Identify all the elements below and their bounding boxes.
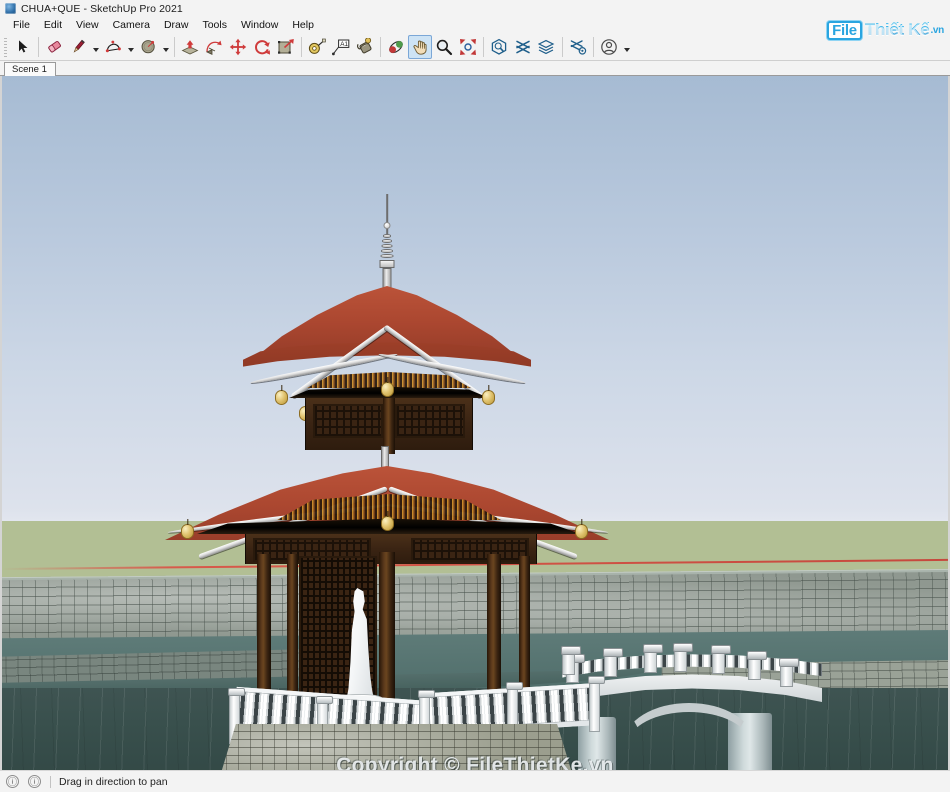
scale-tool[interactable] <box>274 35 298 59</box>
logo-thietke-text: Thiết Kế <box>864 20 930 39</box>
orbit-tool[interactable] <box>384 35 408 59</box>
bridge-newel-post <box>778 658 799 687</box>
menu-file[interactable]: File <box>6 17 37 33</box>
toolbar-separator <box>380 36 381 57</box>
menu-window[interactable]: Window <box>234 17 285 33</box>
move-tool[interactable] <box>226 35 250 59</box>
shapes-tool[interactable] <box>136 35 160 59</box>
zoom-extents-tool[interactable] <box>456 35 480 59</box>
toolbar-separator <box>593 36 594 57</box>
shapes-tool-dropdown[interactable] <box>160 35 171 59</box>
paint-bucket-tool[interactable] <box>353 35 377 59</box>
push-pull-tool[interactable] <box>178 35 202 59</box>
toolbar-separator <box>174 36 175 57</box>
upper-tier-lattice-screen <box>313 404 383 438</box>
upper-tier-lattice-screen <box>395 404 465 438</box>
roof-lantern <box>482 390 495 405</box>
menu-edit[interactable]: Edit <box>37 17 69 33</box>
tab-scene-1[interactable]: Scene 1 <box>4 62 56 76</box>
line-tool[interactable] <box>66 35 90 59</box>
tape-measure-tool[interactable] <box>305 35 329 59</box>
pan-tool[interactable] <box>408 34 432 59</box>
status-separator <box>50 775 51 788</box>
toolbar-group-construction: A1 <box>305 35 377 59</box>
toolbar-group-principal <box>11 35 171 59</box>
window-title: CHUA+QUE - SketchUp Pro 2021 <box>21 2 183 15</box>
pavilion-lattice-panel <box>411 538 529 562</box>
user-account-button[interactable] <box>597 35 621 59</box>
status-message: Drag in direction to pan <box>59 775 168 788</box>
follow-me-tool[interactable] <box>202 35 226 59</box>
logo-vn-text: .vn <box>930 24 944 36</box>
toolbar-separator <box>38 36 39 57</box>
stone-platform-base <box>214 724 579 770</box>
layers-button[interactable] <box>535 35 559 59</box>
bridge-newel-post <box>642 644 663 673</box>
rotate-tool[interactable] <box>250 35 274 59</box>
status-info-icon[interactable]: ⓘ <box>28 775 41 788</box>
status-bar: ⓘ ⓘ Drag in direction to pan <box>0 770 950 792</box>
menu-draw[interactable]: Draw <box>157 17 196 33</box>
roof-lantern <box>275 390 288 405</box>
select-tool[interactable] <box>11 35 35 59</box>
roof-lantern <box>381 382 394 397</box>
bridge-newel-post <box>746 651 767 680</box>
toolbar-group-modification <box>178 35 298 59</box>
text-tool[interactable]: A1 <box>329 35 353 59</box>
upper-tier-roof <box>262 286 512 352</box>
zoom-tool[interactable] <box>432 35 456 59</box>
menu-camera[interactable]: Camera <box>106 17 157 33</box>
sketchup-window: CHUA+QUE - SketchUp Pro 2021 File Edit V… <box>0 0 950 792</box>
extension-manager-button[interactable] <box>566 35 590 59</box>
filethietke-logo: File Thiết Kế .vn <box>827 17 944 43</box>
menu-bar: File Edit View Camera Draw Tools Window … <box>0 17 950 33</box>
arc-tool-dropdown[interactable] <box>125 35 136 59</box>
viewport-canvas: Copyright © FileThietKe.vn <box>2 76 948 770</box>
balustrade-newel-post <box>588 676 605 732</box>
toolbar-separator <box>483 36 484 57</box>
svg-text:A1: A1 <box>340 41 348 48</box>
arc-tool[interactable] <box>101 35 125 59</box>
line-tool-dropdown[interactable] <box>90 35 101 59</box>
menu-help[interactable]: Help <box>285 17 321 33</box>
title-bar: CHUA+QUE - SketchUp Pro 2021 <box>0 0 950 17</box>
user-account-dropdown[interactable] <box>621 35 632 59</box>
main-toolbar: A1 File Thiết Kế .vn <box>0 20 950 61</box>
bridge-newel-post <box>672 643 693 672</box>
logo-file-text: File <box>827 20 862 40</box>
scene-tab-bar: Scene 1 <box>0 61 950 76</box>
pagoda-finial-spire <box>379 194 395 290</box>
bridge-arch-underside <box>624 703 754 743</box>
toolbar-group-warehouse <box>487 35 559 59</box>
chinese-pagoda <box>157 194 617 754</box>
roof-lantern <box>181 524 194 539</box>
bridge-newel-post <box>710 645 731 674</box>
help-info-icon[interactable]: ⓘ <box>6 775 19 788</box>
menu-view[interactable]: View <box>69 17 106 33</box>
toolbar-separator <box>301 36 302 57</box>
menu-tools[interactable]: Tools <box>195 17 234 33</box>
eraser-tool[interactable] <box>42 35 66 59</box>
roof-lantern <box>575 524 588 539</box>
sketchup-app-icon <box>5 3 16 14</box>
model-viewport[interactable]: Copyright © FileThietKe.vn <box>0 76 950 770</box>
toolbar-group-account <box>597 35 632 59</box>
roof-lantern <box>381 516 394 531</box>
toolbar-grip[interactable] <box>2 35 9 58</box>
extension-warehouse-button[interactable] <box>511 35 535 59</box>
toolbar-separator <box>562 36 563 57</box>
toolbar-group-extensions <box>566 35 590 59</box>
toolbar-group-camera <box>384 34 480 59</box>
3d-warehouse-button[interactable] <box>487 35 511 59</box>
